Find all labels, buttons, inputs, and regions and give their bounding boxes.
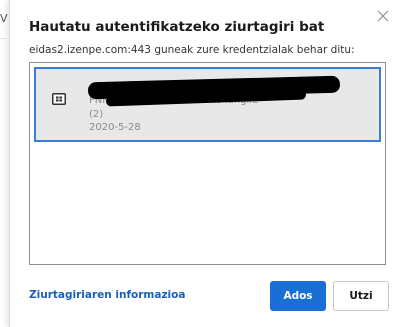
- certificate-info-link[interactable]: Ziurtagiriaren informazioa: [29, 289, 185, 301]
- ok-button[interactable]: Ados: [270, 281, 326, 311]
- certificate-list-item[interactable]: FNMT-RCM, Alda FNMTlako langile (2) 2020…: [34, 67, 381, 142]
- certificate-list[interactable]: FNMT-RCM, Alda FNMTlako langile (2) 2020…: [29, 62, 386, 265]
- certificate-select-dialog: Hautatu autentifikatzeko ziurtagiri bat …: [9, 0, 399, 327]
- background-window-text: V: [0, 12, 8, 25]
- cancel-button[interactable]: Utzi: [333, 281, 389, 311]
- background-window-divider: [0, 38, 6, 39]
- dialog-title: Hautatu autentifikatzeko ziurtagiri bat: [29, 19, 325, 35]
- certificate-icon: [52, 90, 66, 105]
- close-icon[interactable]: [375, 8, 391, 24]
- dialog-subtitle: eidas2.izenpe.com:443 guneak zure kreden…: [29, 44, 355, 56]
- certificate-suffix: (2): [89, 109, 104, 120]
- screen: V Hautatu autentifikatzeko ziurtagiri ba…: [0, 0, 399, 327]
- certificate-date: 2020-5-28: [89, 122, 141, 133]
